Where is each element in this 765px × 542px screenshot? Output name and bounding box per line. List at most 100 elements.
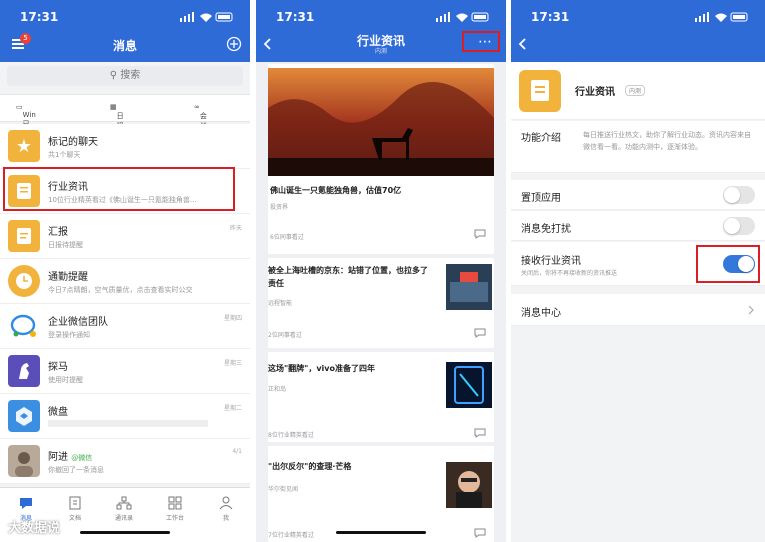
quick-actions: ▭ Win已登录 ▦ 日程 ∞ 会议 bbox=[0, 94, 250, 148]
receive-label: 接收行业资讯 bbox=[521, 256, 581, 267]
back-icon[interactable] bbox=[517, 38, 527, 50]
org-chart-icon bbox=[116, 496, 132, 510]
chat-bubble-icon bbox=[20, 498, 32, 509]
mute-row: 消息免打扰 bbox=[511, 211, 765, 241]
article-card[interactable]: 这场"翻牌"，vivo准备了四年 正和岛 8位行业精英看过 bbox=[268, 352, 494, 442]
app-name: 行业资讯 bbox=[575, 87, 615, 98]
message-center-label: 消息中心 bbox=[521, 308, 561, 319]
horse-icon bbox=[8, 355, 40, 387]
home-indicator bbox=[80, 531, 170, 534]
row-time: 星期二 bbox=[223, 405, 242, 412]
row-subtitle: 你撤回了一条消息 bbox=[48, 466, 104, 474]
watermark: 大数据说 bbox=[8, 521, 61, 536]
chat-row-ajin[interactable]: 阿进 @微信 你撤回了一条消息 4/1 bbox=[0, 439, 250, 484]
status-time: 17:31 bbox=[531, 10, 570, 24]
row-time: 昨天 bbox=[229, 225, 242, 232]
row-title: 标记的聊天 bbox=[48, 137, 98, 148]
pin-label: 置顶应用 bbox=[521, 193, 561, 204]
star-icon: ★ bbox=[8, 130, 40, 162]
chevron-right-icon bbox=[748, 305, 754, 315]
row-subtitle: 登录操作通知 bbox=[48, 331, 90, 339]
wechat-tag: @微信 bbox=[71, 454, 93, 462]
news-app-icon bbox=[519, 70, 561, 112]
intro-row: 功能介绍 每日推送行业热文，助你了解行业动态。资讯内容来自微信看一看。功能内测中… bbox=[511, 121, 765, 173]
chat-row-wecom-team[interactable]: 企业微信团队 登录操作通知 星期四 bbox=[0, 304, 250, 349]
home-indicator bbox=[336, 531, 426, 534]
tab-docs[interactable]: 文档 bbox=[55, 496, 95, 522]
row-title: 汇报 bbox=[48, 227, 68, 238]
article-title: 佛山诞生一只氪能独角兽，估值70亿 bbox=[270, 186, 402, 195]
tab-workbench[interactable]: 工作台 bbox=[155, 496, 195, 522]
clock-icon bbox=[8, 265, 40, 297]
article-card[interactable]: 佛山诞生一只氪能独角兽，估值70亿 投资界 6位同事看过 bbox=[268, 64, 494, 254]
search-input[interactable]: ⚲ 搜索 bbox=[7, 66, 243, 86]
article-views: 8位行业精英看过 bbox=[268, 432, 314, 439]
comment-icon[interactable] bbox=[474, 328, 486, 338]
status-icons bbox=[180, 12, 233, 22]
wecom-logo-icon bbox=[8, 310, 40, 342]
article-thumbnail bbox=[446, 462, 492, 508]
article-title: 这场"翻牌"，vivo准备了四年 bbox=[268, 364, 376, 373]
report-icon bbox=[8, 220, 40, 252]
row-title: 企业微信团队 bbox=[48, 317, 108, 328]
article-source: 投资界 bbox=[270, 204, 289, 211]
comment-icon[interactable] bbox=[474, 528, 486, 538]
quick-win-login[interactable]: ▭ Win已登录 bbox=[16, 103, 36, 148]
nav-bar: 17:31 bbox=[511, 0, 765, 62]
article-thumbnail bbox=[446, 362, 492, 408]
article-source: 华尔街见闻 bbox=[268, 486, 299, 493]
article-source: 正和岛 bbox=[268, 386, 287, 393]
pin-toggle[interactable] bbox=[723, 186, 755, 204]
article-thumbnail bbox=[446, 264, 492, 310]
status-icons bbox=[695, 12, 748, 22]
pin-row: 置顶应用 bbox=[511, 180, 765, 210]
page-title: 消息 bbox=[112, 39, 137, 53]
app-settings-screen: 17:31 行业资讯 内测 功能介绍 每日推送行业热文，助你了解行业动态。资讯内… bbox=[511, 0, 765, 542]
row-subtitle: 今日7点晴朗，空气质量优，点击查看实时公交 bbox=[48, 286, 193, 294]
article-title: "出尔反尔"的查理·芒格 bbox=[268, 462, 352, 471]
comment-icon[interactable] bbox=[474, 428, 486, 438]
chat-row-tanma[interactable]: 探马 使用时提醒 星期三 bbox=[0, 349, 250, 394]
row-title: 通勤提醒 bbox=[48, 272, 88, 283]
highlight-box bbox=[462, 31, 500, 52]
news-feed-screen: 17:31 行业资讯 内测 ⋯ 佛山诞生一只氪能独角兽，估值70亿 投资界 6位… bbox=[256, 0, 506, 542]
quick-meeting[interactable]: ∞ 会议 bbox=[194, 103, 207, 130]
row-subtitle: 使用时提醒 bbox=[48, 376, 83, 384]
mute-toggle[interactable] bbox=[723, 217, 755, 235]
status-time: 17:31 bbox=[276, 10, 315, 24]
article-image bbox=[268, 68, 494, 176]
chat-row-weipan[interactable]: 微盘 星期二 bbox=[0, 394, 250, 439]
intro-text: 每日推送行业热文，助你了解行业动态。资讯内容来自微信看一看。功能内测中，逐渐体验… bbox=[583, 131, 751, 151]
tab-me[interactable]: 我 bbox=[206, 496, 246, 522]
article-title: 被全上海吐槽的京东：站错了位置，也拉多了责任 bbox=[268, 266, 428, 288]
chat-row-commute[interactable]: 通勤提醒 今日7点晴朗，空气质量优，点击查看实时公交 bbox=[0, 259, 250, 304]
chat-row-starred[interactable]: ★ 标记的聊天 共1个聊天 bbox=[0, 124, 250, 169]
comment-icon[interactable] bbox=[474, 229, 486, 239]
beta-badge: 内测 bbox=[625, 85, 646, 96]
quick-calendar[interactable]: ▦ 日程 bbox=[110, 103, 124, 130]
highlight-box bbox=[3, 167, 235, 211]
chat-row-report[interactable]: 汇报 日报待提醒 昨天 bbox=[0, 214, 250, 259]
article-card[interactable]: 被全上海吐槽的京东：站错了位置，也拉多了责任 远程智能 2位同事看过 bbox=[268, 258, 494, 348]
row-subtitle: 共1个聊天 bbox=[48, 151, 81, 159]
row-subtitle-blurred bbox=[48, 420, 208, 427]
row-time: 4/1 bbox=[232, 448, 242, 455]
row-title: 探马 bbox=[48, 362, 68, 373]
row-subtitle: 日报待提醒 bbox=[48, 241, 83, 249]
article-views: 2位同事看过 bbox=[268, 332, 302, 339]
message-center-row[interactable]: 消息中心 bbox=[511, 294, 765, 326]
add-icon[interactable] bbox=[226, 36, 242, 52]
mute-label: 消息免打扰 bbox=[521, 224, 571, 235]
tab-contacts[interactable]: 通讯录 bbox=[104, 496, 144, 522]
grid-icon bbox=[168, 496, 182, 510]
article-card[interactable]: "出尔反尔"的查理·芒格 华尔街见闻 7位行业精英看过 bbox=[268, 446, 494, 542]
article-source: 远程智能 bbox=[268, 300, 293, 307]
row-title: 微盘 bbox=[48, 407, 68, 418]
status-time: 17:31 bbox=[20, 10, 59, 24]
receive-subtext: 关闭后，你将不再接收新的资讯推送 bbox=[521, 270, 618, 277]
search-icon: ⚲ bbox=[109, 70, 118, 81]
messages-screen: 17:31 5 消息 ⚲ 搜索 ▭ Win已登录 ▦ 日程 ∞ 会议 ★ 标记的… bbox=[0, 0, 250, 542]
nav-bar: 17:31 5 消息 bbox=[0, 0, 250, 62]
row-time: 星期四 bbox=[223, 315, 242, 322]
row-title: 阿进 @微信 bbox=[48, 452, 93, 463]
